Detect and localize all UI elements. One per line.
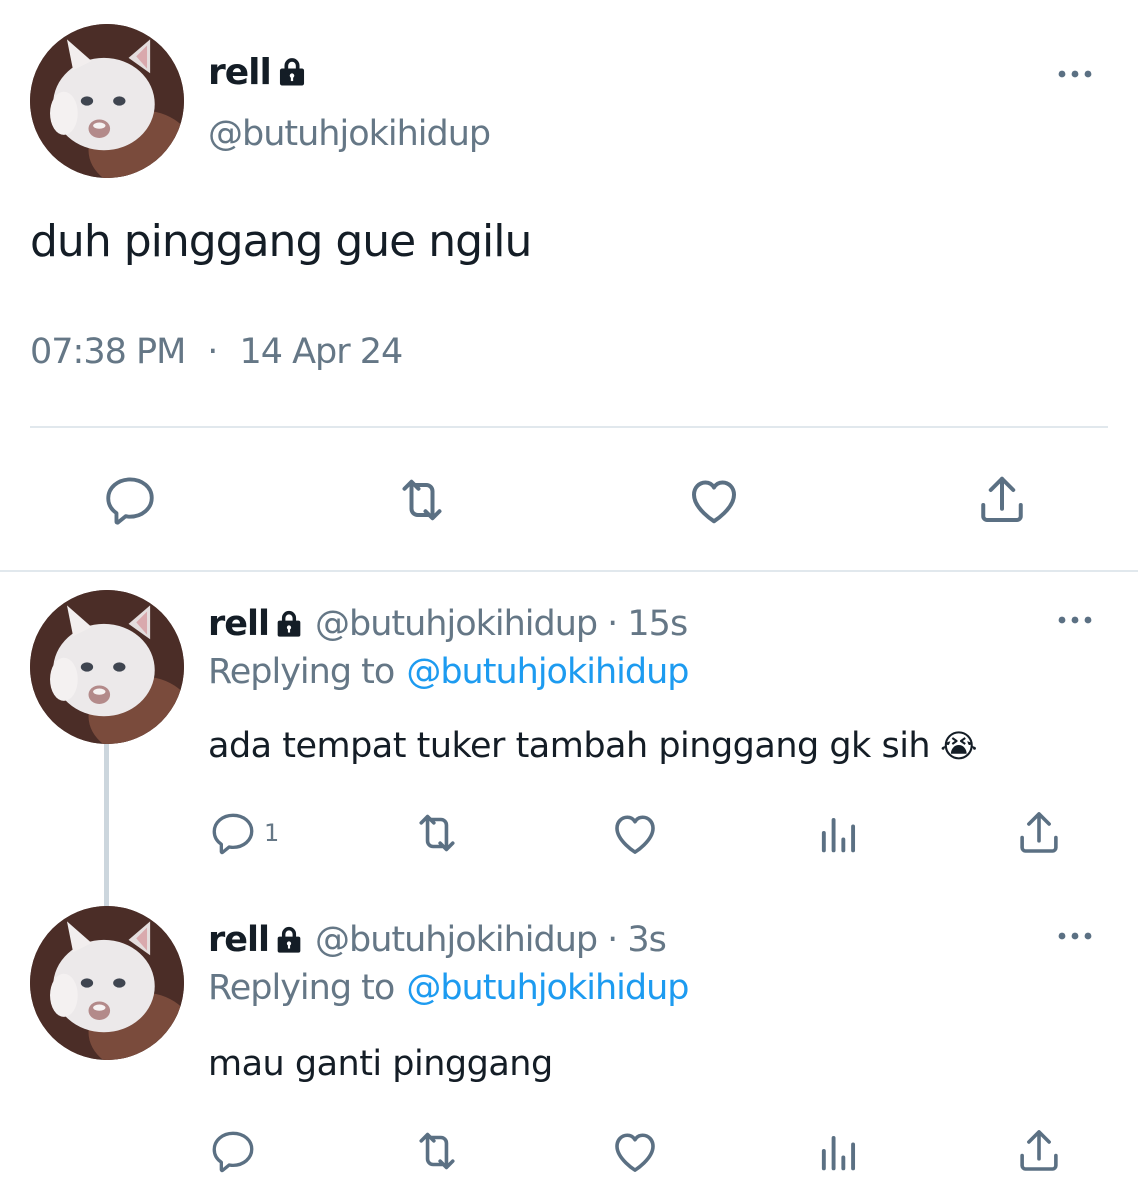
main-reply-button[interactable] [100, 470, 160, 530]
share-icon [1012, 806, 1066, 860]
replying-to-handle[interactable]: @butuhjokihidup [406, 652, 689, 692]
like-icon [608, 806, 662, 860]
more-icon[interactable] [1056, 66, 1096, 82]
reply-1-replying-to: Replying to @butuhjokihidup [208, 652, 689, 692]
share-icon [1012, 1124, 1066, 1178]
lock-icon [273, 924, 305, 956]
replying-to-handle[interactable]: @butuhjokihidup [406, 968, 689, 1008]
reply-1-header: rell @butuhjokihidup · 15s [208, 602, 688, 646]
like-icon [684, 469, 744, 531]
analytics-icon [813, 807, 865, 859]
reply-1-handle[interactable]: @butuhjokihidup [315, 604, 598, 644]
reply-1-reply-count: 1 [264, 819, 280, 847]
retweet-icon [410, 1124, 464, 1178]
reply-2-reply-button[interactable] [208, 1126, 258, 1176]
reply-2-time: · 3s [607, 920, 667, 960]
replying-to-label: Replying to [208, 968, 395, 1008]
timestamp-separator: · [207, 332, 218, 372]
main-retweet-button[interactable] [392, 470, 452, 530]
reply-2-like-button[interactable] [608, 1124, 662, 1178]
main-author-name-row[interactable]: rell [208, 50, 309, 94]
more-icon[interactable] [1056, 928, 1096, 944]
reply-icon [208, 808, 258, 858]
reply-2-handle[interactable]: @butuhjokihidup [315, 920, 598, 960]
main-tweet-time[interactable]: 07:38 PM [30, 332, 186, 372]
lock-icon [275, 55, 309, 89]
reply-2-replying-to: Replying to @butuhjokihidup [208, 968, 689, 1008]
crying-emoji: 😭 [940, 727, 977, 765]
reply-2-analytics-button[interactable] [812, 1124, 866, 1178]
reply-1-avatar[interactable] [30, 590, 184, 744]
thread-line [104, 742, 109, 906]
reply-2-header: rell @butuhjokihidup · 3s [208, 918, 667, 962]
main-avatar[interactable] [30, 24, 184, 178]
reply-icon [208, 1126, 258, 1176]
reply-1-analytics-button[interactable] [812, 806, 866, 860]
main-tweet-timestamp: 07:38 PM · 14 Apr 24 [30, 332, 403, 372]
reply-2-display-name[interactable]: rell [208, 920, 270, 960]
main-display-name[interactable]: rell [208, 52, 272, 93]
main-like-button[interactable] [684, 470, 744, 530]
main-share-button[interactable] [972, 470, 1032, 530]
more-icon[interactable] [1056, 612, 1096, 628]
main-tweet-divider [30, 426, 1108, 428]
reply-2-share-button[interactable] [1012, 1124, 1066, 1178]
retweet-icon [392, 469, 452, 531]
reply-1-reply-button[interactable]: 1 [208, 808, 279, 858]
reply-2-retweet-button[interactable] [410, 1124, 464, 1178]
reply-1-display-name[interactable]: rell [208, 604, 270, 644]
main-handle[interactable]: @butuhjokihidup [208, 114, 491, 154]
section-divider [0, 570, 1138, 572]
reply-1-share-button[interactable] [1012, 806, 1066, 860]
reply-1-text-row: ada tempat tuker tambah pinggang gk sih … [208, 726, 977, 766]
main-tweet-text: duh pinggang gue ngilu [30, 216, 532, 267]
reply-1-like-button[interactable] [608, 806, 662, 860]
analytics-icon [813, 1125, 865, 1177]
lock-icon [273, 608, 305, 640]
reply-2-text: mau ganti pinggang [208, 1044, 553, 1084]
main-tweet-date[interactable]: 14 Apr 24 [239, 332, 403, 372]
replying-to-label: Replying to [208, 652, 395, 692]
reply-2-avatar[interactable] [30, 906, 184, 1060]
retweet-icon [410, 806, 464, 860]
reply-icon [101, 471, 159, 529]
reply-1-retweet-button[interactable] [410, 806, 464, 860]
reply-1-text: ada tempat tuker tambah pinggang gk sih [208, 726, 931, 766]
reply-1-time: · 15s [607, 604, 688, 644]
like-icon [608, 1124, 662, 1178]
share-icon [972, 469, 1032, 531]
